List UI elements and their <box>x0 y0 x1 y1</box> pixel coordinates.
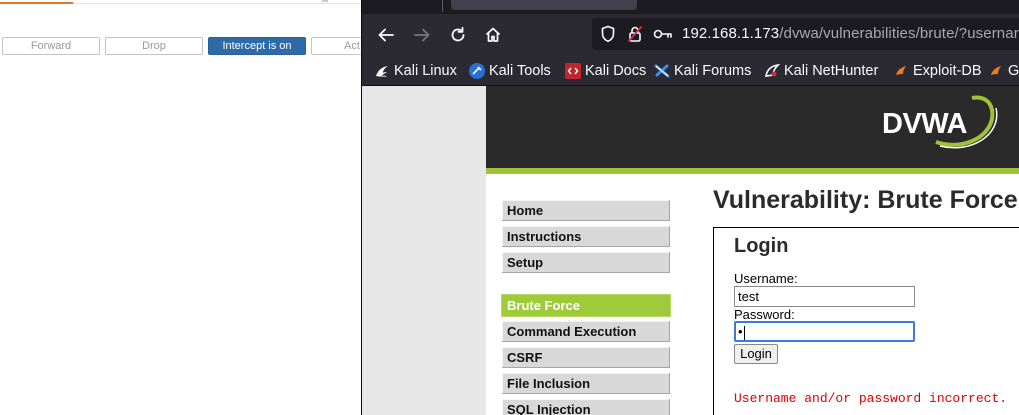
bookmark-label: G <box>1008 63 1019 79</box>
url-bar[interactable]: 192.168.1.173/dvwa/vulnerabilities/brute… <box>592 18 1019 50</box>
menu-item-file-inclusion[interactable]: File Inclusion <box>501 372 671 395</box>
home-icon[interactable] <box>482 24 504 46</box>
reload-icon[interactable] <box>447 24 469 46</box>
bookmark-kali-tools[interactable]: Kali Tools <box>469 60 551 82</box>
ghdb-icon <box>988 63 1004 79</box>
bookmark-kali-forums[interactable]: Kali Forums <box>654 60 751 82</box>
bookmark-label: Kali Docs <box>585 63 647 79</box>
menu-item-brute-force[interactable]: Brute Force <box>501 294 671 317</box>
dvwa-page: DVWA Home Instructions Setup Brute Force… <box>486 86 1019 415</box>
dvwa-logo: DVWA <box>882 108 968 140</box>
login-button[interactable]: Login <box>734 344 778 364</box>
bookmark-label: Kali Forums <box>674 63 752 79</box>
shield-icon[interactable] <box>598 24 618 44</box>
exploit-db-icon <box>893 63 909 79</box>
header-accent-stripe <box>486 168 1019 174</box>
kali-forums-icon <box>654 63 670 79</box>
error-message: Username and/or password incorrect. <box>734 391 1008 406</box>
menu-item-command-execution[interactable]: Command Execution <box>501 320 671 343</box>
menu-item-sql-injection[interactable]: SQL Injection <box>501 398 671 415</box>
bookmark-exploit-db[interactable]: Exploit-DB <box>893 60 982 82</box>
dvwa-header: DVWA <box>486 86 1019 168</box>
intercept-toggle-button[interactable]: Intercept is on <box>208 37 306 55</box>
password-field[interactable]: • <box>734 321 915 342</box>
password-label: Password: <box>734 307 795 322</box>
username-label: Username: <box>734 271 798 286</box>
menu-item-csrf[interactable]: CSRF <box>501 346 671 369</box>
bookmark-label: Exploit-DB <box>913 63 982 79</box>
bookmark-label: Kali Linux <box>394 63 457 79</box>
menu-item-home[interactable]: Home <box>501 199 671 222</box>
username-field[interactable]: test <box>734 286 915 307</box>
firefox-window: 192.168.1.173/dvwa/vulnerabilities/brute… <box>361 0 1019 415</box>
screen: Forward Drop Intercept is on Act 192.168… <box>0 0 1019 415</box>
bookmarks-toolbar: Kali Linux Kali Tools Kali Docs Kali For… <box>362 56 1019 86</box>
insecure-lock-icon[interactable] <box>625 24 645 44</box>
kali-nethunter-icon <box>764 63 780 79</box>
password-mask: • <box>738 324 743 339</box>
burp-tab-marker <box>322 0 328 2</box>
menu-item-setup[interactable]: Setup <box>501 251 671 274</box>
page-title: Vulnerability: Brute Force <box>713 186 1018 214</box>
page-viewport: DVWA Home Instructions Setup Brute Force… <box>362 86 1019 415</box>
text-cursor <box>743 325 745 340</box>
bookmark-label: Kali NetHunter <box>784 63 879 79</box>
tab-separator <box>442 0 443 12</box>
drop-button[interactable]: Drop <box>105 37 203 55</box>
kali-docs-icon <box>565 63 581 79</box>
burp-proxy-panel: Forward Drop Intercept is on Act <box>0 0 371 415</box>
bookmark-label: Kali Tools <box>489 63 551 79</box>
kali-tools-icon <box>469 63 485 79</box>
menu-item-instructions[interactable]: Instructions <box>501 225 671 248</box>
bookmark-kali-nethunter[interactable]: Kali NetHunter <box>764 60 878 82</box>
forward-arrow-icon[interactable] <box>411 24 433 46</box>
key-icon[interactable] <box>652 24 674 44</box>
url-host: 192.168.1.173 <box>682 25 780 42</box>
url-text[interactable]: 192.168.1.173/dvwa/vulnerabilities/brute… <box>682 25 1019 42</box>
login-heading: Login <box>734 235 789 257</box>
url-path: /dvwa/vulnerabilities/brute/?usernar <box>779 25 1019 42</box>
kali-dragon-icon <box>374 63 390 79</box>
nav-toolbar: 192.168.1.173/dvwa/vulnerabilities/brute… <box>362 14 1019 56</box>
bookmark-kali-docs[interactable]: Kali Docs <box>565 60 646 82</box>
browser-tab[interactable] <box>451 0 637 10</box>
login-form: Login Username: test Password: • Login U… <box>713 227 1019 415</box>
bookmark-ghdb[interactable]: G <box>988 60 1019 82</box>
tab-strip <box>362 0 1019 13</box>
back-arrow-icon[interactable] <box>375 24 397 46</box>
bookmark-kali-linux[interactable]: Kali Linux <box>374 60 457 82</box>
forward-button[interactable]: Forward <box>2 37 100 55</box>
burp-active-tab-indicator <box>0 2 73 4</box>
